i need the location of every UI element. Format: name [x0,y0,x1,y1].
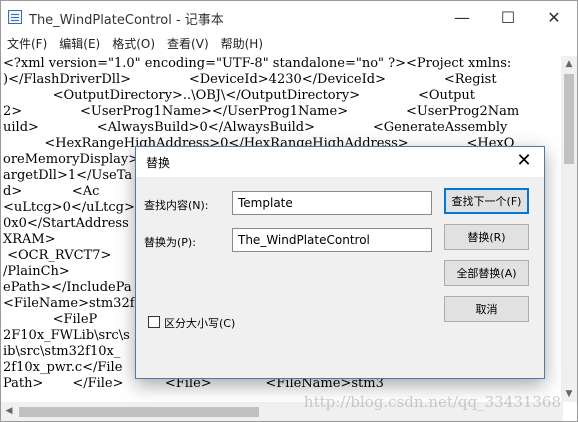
text-line: 2f10x_pwr.c</File [3,360,123,375]
menu-edit[interactable]: 编辑(E) [53,34,106,54]
text-line: ePath></IncludePa [3,280,132,295]
watermark: http://blog.csdn.net/qq_33431368 [303,393,561,411]
dialog-title: 替换 [146,156,171,170]
notepad-window: The_WindPlateControl - 记事本 — ☐ ✕ 文件(F) 编… [0,0,578,422]
menu-format[interactable]: 格式(O) [106,34,161,54]
notepad-icon [8,10,22,24]
text-line: <OutputDirectory>..\OBJ\</OutputDirector… [3,88,476,103]
match-case-checkbox[interactable] [148,316,160,328]
scroll-down-icon[interactable]: ▼ [561,389,577,399]
match-case-label[interactable]: 区分大小写(C) [164,315,235,331]
vertical-scroll-thumb[interactable] [564,74,574,164]
close-button[interactable]: ✕ [531,1,577,33]
find-next-button[interactable]: 查找下一个(F) [444,188,529,214]
dialog-close-icon[interactable]: ✕ [512,150,536,171]
maximize-button[interactable]: ☐ [485,1,531,33]
text-line: )</FlashDriverDll> <DeviceId>4230</Devic… [3,72,497,87]
text-line: <FileP [3,312,98,327]
menu-help[interactable]: 帮助(H) [215,34,269,54]
replace-all-button[interactable]: 全部替换(A) [444,260,529,286]
menu-file[interactable]: 文件(F) [1,34,53,54]
find-input[interactable]: Template [232,191,432,215]
find-label: 查找内容(N): [144,199,209,212]
menu-view[interactable]: 查看(V) [161,34,215,54]
replace-input[interactable]: The_WindPlateControl [232,228,432,252]
vertical-scrollbar[interactable]: ▲ ▼ [561,56,577,402]
minimize-button[interactable]: — [439,1,485,33]
text-line: XRAM> [3,232,56,247]
text-line: 2F10x_FWLib\src\s [3,328,130,343]
menu-bar: 文件(F) 编辑(E) 格式(O) 查看(V) 帮助(H) [1,33,577,55]
title-bar[interactable]: The_WindPlateControl - 记事本 — ☐ ✕ [1,1,577,33]
scroll-up-icon[interactable]: ▲ [561,59,577,69]
cancel-button[interactable]: 取消 [444,296,529,322]
window-title: The_WindPlateControl - 记事本 [29,13,224,28]
replace-label: 替换为(P): [144,236,196,249]
scroll-left-icon[interactable]: ◀ [1,406,17,416]
text-line: uild> <AlwaysBuild>0</AlwaysBuild> <Gene… [3,120,508,135]
text-line: d> <Ac [3,184,100,199]
replace-dialog: 替换 ✕ 查找内容(N): Template 替换为(P): The_WindP… [135,146,545,379]
text-line: 2> <UserProg1Name></UserProg1Name> <User… [3,104,520,119]
text-line: <?xml version="1.0" encoding="UTF-8" sta… [3,56,512,71]
horizontal-scroll-thumb[interactable] [19,407,259,417]
dialog-title-bar[interactable]: 替换 ✕ [136,147,544,177]
text-line: /PlainCh> [3,264,70,279]
replace-button[interactable]: 替换(R) [444,224,529,250]
